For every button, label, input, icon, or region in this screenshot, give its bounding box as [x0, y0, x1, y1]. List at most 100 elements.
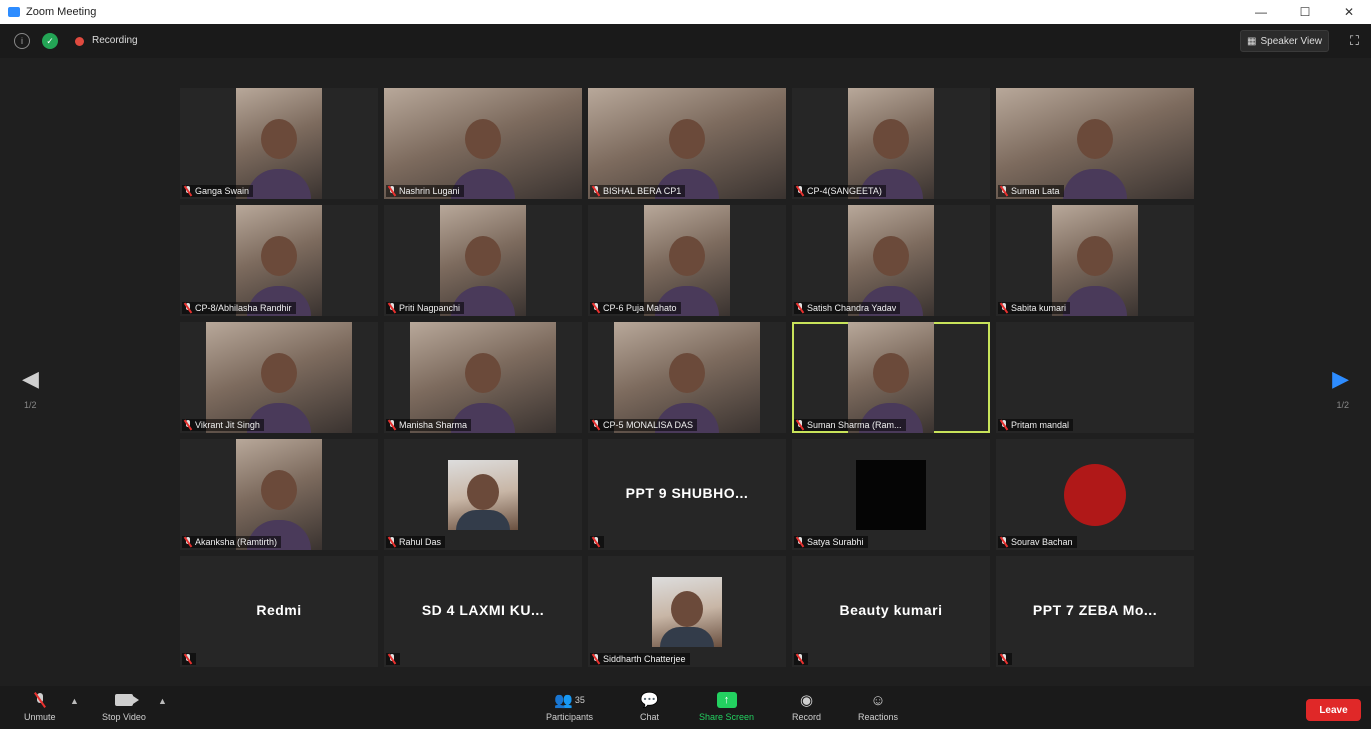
- profile-photo: [1060, 460, 1130, 530]
- participant-name-bar: Suman Lata: [998, 185, 1064, 197]
- participant-tile[interactable]: CP-4(SANGEETA): [792, 88, 990, 199]
- participant-video: [588, 88, 786, 199]
- participant-name-bar: BISHAL BERA CP1: [590, 185, 686, 197]
- participant-name: Priti Nagpanchi: [399, 303, 461, 313]
- participant-tile[interactable]: Rahul Das: [384, 439, 582, 550]
- participant-name-bar: CP-6 Puja Mahato: [590, 302, 681, 314]
- participant-name: Pritam mandal: [1011, 420, 1070, 430]
- participants-button[interactable]: 👥 35 Participants: [546, 690, 593, 722]
- participant-video: [410, 322, 556, 433]
- profile-photo: [856, 460, 926, 530]
- participant-display-name: PPT 7 ZEBA Mo...: [1032, 602, 1158, 618]
- next-page-arrow-icon[interactable]: ▶: [1332, 366, 1349, 392]
- mic-muted-icon: [796, 537, 804, 547]
- participant-video: [206, 322, 352, 433]
- participant-name-bar: [590, 536, 604, 548]
- participant-name-bar: Nashrin Lugani: [386, 185, 464, 197]
- mic-muted-icon: [1000, 654, 1008, 664]
- record-button[interactable]: ◉ Record: [792, 690, 821, 722]
- participant-tile[interactable]: CP-6 Puja Mahato: [588, 205, 786, 316]
- participant-name-bar: Siddharth Chatterjee: [590, 653, 690, 665]
- participant-name-bar: [386, 653, 400, 665]
- participant-tile[interactable]: Akanksha (Ramtirth): [180, 439, 378, 550]
- participant-video: [440, 205, 526, 316]
- participant-tile[interactable]: Satish Chandra Yadav: [792, 205, 990, 316]
- participants-icon: 👥: [554, 692, 573, 709]
- active-speaker-tile[interactable]: Suman Sharma (Ram...: [792, 322, 990, 433]
- unmute-button[interactable]: Unmute: [24, 690, 56, 722]
- participant-tile[interactable]: Suman Lata: [996, 88, 1194, 199]
- participant-name: Manisha Sharma: [399, 420, 468, 430]
- participant-video: [848, 88, 934, 199]
- participant-tile[interactable]: Manisha Sharma: [384, 322, 582, 433]
- meeting-toolbar: Unmute ▲ Stop Video ▲ 👥 35 Participants …: [0, 686, 1371, 729]
- participant-name: Rahul Das: [399, 537, 442, 547]
- participant-tile[interactable]: SD 4 LAXMI KU...: [384, 556, 582, 667]
- speaker-view-button[interactable]: ▦ Speaker View: [1240, 30, 1329, 52]
- participant-tile[interactable]: CP-8/Abhilasha Randhir: [180, 205, 378, 316]
- mic-muted-icon: [592, 654, 600, 664]
- participant-tile[interactable]: Pritam mandal: [996, 322, 1194, 433]
- participant-tile[interactable]: PPT 7 ZEBA Mo...: [996, 556, 1194, 667]
- mic-muted-icon: [1000, 303, 1008, 313]
- participant-tile[interactable]: Beauty kumari: [792, 556, 990, 667]
- participant-name: Nashrin Lugani: [399, 186, 460, 196]
- chat-button[interactable]: 💬 Chat: [640, 690, 659, 722]
- mic-muted-icon: [1000, 537, 1008, 547]
- audio-options-caret-icon[interactable]: ▲: [70, 696, 79, 706]
- previous-page-arrow-icon[interactable]: ◀: [22, 366, 39, 392]
- participant-tile[interactable]: Sabita kumari: [996, 205, 1194, 316]
- participant-name: Ganga Swain: [195, 186, 250, 196]
- mic-muted-icon: [184, 654, 192, 664]
- participant-name: CP-6 Puja Mahato: [603, 303, 677, 313]
- participant-tile[interactable]: Sourav Bachan: [996, 439, 1194, 550]
- participant-tile[interactable]: Redmi: [180, 556, 378, 667]
- mic-muted-icon: [592, 186, 600, 196]
- share-screen-button[interactable]: ↑ Share Screen: [699, 690, 754, 722]
- participant-name: Sabita kumari: [1011, 303, 1067, 313]
- participant-tile[interactable]: Nashrin Lugani: [384, 88, 582, 199]
- participant-video: [614, 322, 760, 433]
- participant-name-bar: CP-5 MONALISA DAS: [590, 419, 698, 431]
- participant-tile[interactable]: Vikrant Jit Singh: [180, 322, 378, 433]
- reactions-button[interactable]: ☺ Reactions: [858, 690, 898, 723]
- stop-video-label: Stop Video: [102, 712, 146, 722]
- participant-name-bar: Akanksha (Ramtirth): [182, 536, 282, 548]
- profile-photo: [448, 460, 518, 530]
- maximize-button[interactable]: ☐: [1283, 0, 1327, 24]
- participant-name: BISHAL BERA CP1: [603, 186, 682, 196]
- profile-photo: [652, 577, 722, 647]
- leave-button[interactable]: Leave: [1306, 699, 1361, 721]
- mic-muted-icon: [1000, 186, 1008, 196]
- participant-tile[interactable]: CP-5 MONALISA DAS: [588, 322, 786, 433]
- video-options-caret-icon[interactable]: ▲: [158, 696, 167, 706]
- zoom-window: Zoom Meeting — ☐ ✕ i ✓ Recording ▦ Speak…: [0, 0, 1371, 729]
- shield-icon[interactable]: ✓: [42, 33, 58, 49]
- close-button[interactable]: ✕: [1327, 0, 1371, 24]
- participant-display-name: SD 4 LAXMI KU...: [421, 602, 545, 618]
- participant-tile[interactable]: PPT 9 SHUBHO...: [588, 439, 786, 550]
- participant-name-bar: Satya Surabhi: [794, 536, 868, 548]
- participant-tile[interactable]: Ganga Swain: [180, 88, 378, 199]
- minimize-button[interactable]: —: [1239, 0, 1283, 24]
- participant-tile[interactable]: Siddharth Chatterjee: [588, 556, 786, 667]
- participant-video: [236, 88, 322, 199]
- participant-name-bar: Priti Nagpanchi: [386, 302, 465, 314]
- mic-muted-icon: [184, 303, 192, 313]
- fullscreen-icon[interactable]: ⛶: [1350, 33, 1359, 49]
- stop-video-button[interactable]: Stop Video: [102, 690, 146, 722]
- participant-video: [996, 88, 1194, 199]
- participant-tile[interactable]: BISHAL BERA CP1: [588, 88, 786, 199]
- page-indicator-right: 1/2: [1336, 400, 1349, 410]
- participant-name-bar: [794, 653, 808, 665]
- participant-name: CP-5 MONALISA DAS: [603, 420, 694, 430]
- page-indicator-left: 1/2: [24, 400, 37, 410]
- participant-name-bar: Rahul Das: [386, 536, 446, 548]
- participant-tile[interactable]: Priti Nagpanchi: [384, 205, 582, 316]
- participant-display-name: PPT 9 SHUBHO...: [625, 485, 749, 501]
- participant-tile[interactable]: Satya Surabhi: [792, 439, 990, 550]
- recording-icon: [75, 37, 84, 46]
- info-icon[interactable]: i: [14, 33, 30, 49]
- participant-video: [644, 205, 730, 316]
- mic-muted-icon: [1000, 420, 1008, 430]
